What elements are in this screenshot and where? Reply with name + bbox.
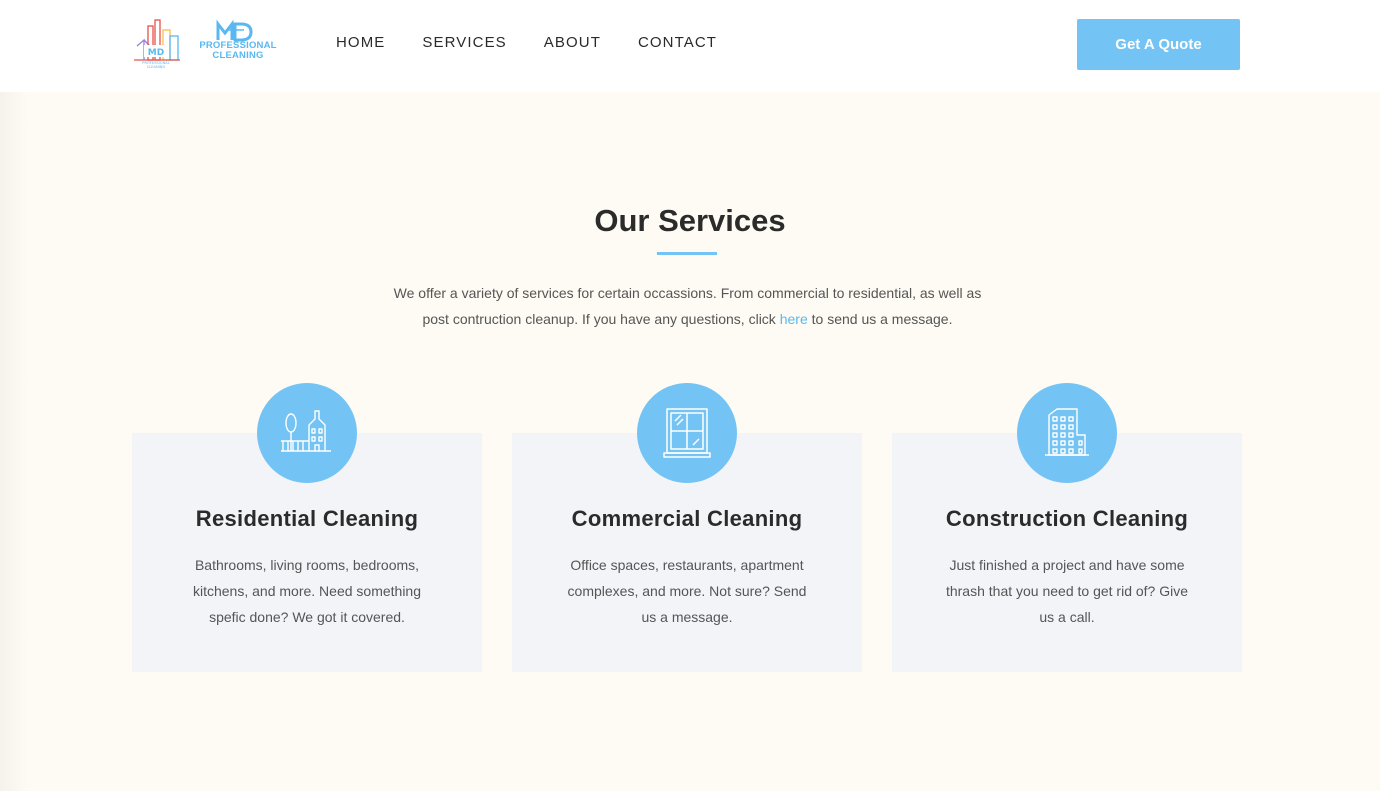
nav-about[interactable]: ABOUT [544,34,601,52]
card-title: Residential Cleaning [195,506,419,531]
card-description: Just finished a project and have some th… [945,557,1189,625]
logo-subtitle: PROFESSIONAL CLEANING [192,41,284,61]
svg-text:MD: MD [148,48,164,58]
card-title: Commercial Cleaning [571,506,803,531]
site-logo[interactable]: MD PROFESSIONAL CLEANING PROFESSIONAL CL… [134,16,284,68]
section-title: Our Services [594,203,786,238]
main-nav: HOME SERVICES ABOUT CONTACT [336,34,754,52]
card-title: Construction Cleaning [945,506,1189,531]
title-underline [657,252,717,255]
svg-text:CLEANING: CLEANING [147,65,166,68]
intro-here-link[interactable]: here [780,311,808,327]
page-edge-shadow [0,0,28,791]
window-icon [637,383,737,483]
nav-home[interactable]: HOME [336,34,385,52]
card-description: Bathrooms, living rooms, bedrooms, kitch… [192,557,421,625]
logo-subtitle-line2: CLEANING [212,50,264,61]
house-icon [257,383,357,483]
intro-text-after: to send us a message. [807,311,953,327]
nav-contact[interactable]: CONTACT [638,34,717,52]
section-intro: We offer a variety of services for certa… [380,280,995,332]
get-quote-button[interactable]: Get A Quote [1077,19,1240,70]
building-icon [1017,383,1117,483]
nav-services[interactable]: SERVICES [422,34,506,52]
site-header: MD PROFESSIONAL CLEANING PROFESSIONAL CL… [0,0,1380,92]
card-description: Office spaces, restaurants, apartment co… [567,557,807,625]
